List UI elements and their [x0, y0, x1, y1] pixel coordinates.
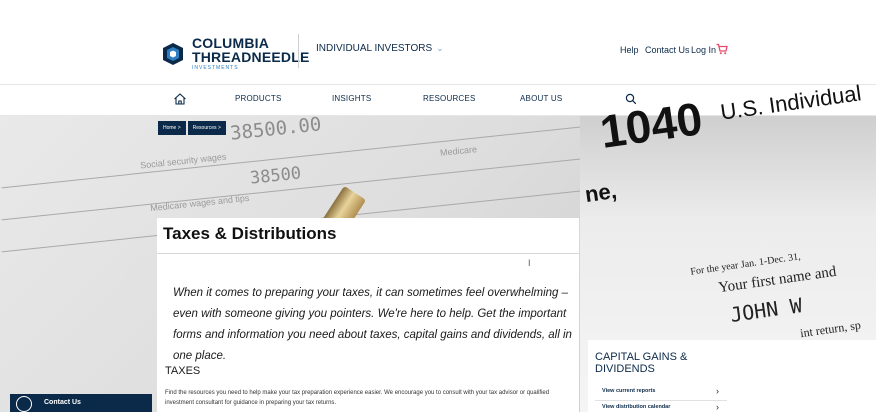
logo-mark-icon — [163, 42, 183, 65]
form-value-2: 38500 — [249, 163, 303, 189]
contact-us-link[interactable]: Contact Us — [645, 45, 690, 55]
help-link[interactable]: Help — [620, 45, 639, 55]
header-divider — [298, 34, 299, 68]
page: COLUMBIA THREADNEEDLE INVESTMENTS INDIVI… — [0, 0, 876, 412]
title-divider — [157, 253, 579, 254]
cart-icon[interactable] — [716, 43, 728, 55]
logo-line-1: COLUMBIA — [192, 35, 270, 51]
nav-item-about-us[interactable]: ABOUT US — [520, 94, 562, 103]
home-icon[interactable] — [173, 92, 187, 106]
contact-us-label: Contact Us — [44, 399, 81, 406]
chevron-right-icon: › — [716, 402, 719, 412]
form-fragment: ne, — [583, 177, 619, 208]
audience-selector[interactable]: INDIVIDUAL INVESTORS ⌄ — [316, 43, 444, 54]
view-distribution-calendar-link[interactable]: View distribution calendar › — [595, 402, 727, 412]
link-label: View current reports — [602, 388, 656, 394]
view-current-reports-link[interactable]: View current reports › — [595, 386, 727, 401]
form-label-medicare: Medicare — [439, 144, 478, 158]
breadcrumb: Home > Resources > — [158, 121, 226, 135]
logo-line-2: THREADNEEDLE — [192, 49, 310, 65]
phone-icon — [16, 396, 32, 412]
nav-item-products[interactable]: PRODUCTS — [235, 94, 282, 103]
nav-item-resources[interactable]: RESOURCES — [423, 94, 475, 103]
log-in-link[interactable]: Log In — [691, 45, 716, 55]
audience-label: INDIVIDUAL INVESTORS — [316, 43, 433, 54]
chevron-right-icon: › — [716, 386, 719, 396]
chevron-down-icon: ⌄ — [436, 43, 444, 53]
form-value-1: 38500.00 — [229, 116, 323, 145]
nav-item-insights[interactable]: INSIGHTS — [332, 94, 371, 103]
breadcrumb-home[interactable]: Home > — [158, 121, 186, 135]
contact-us-widget[interactable]: Contact Us — [10, 394, 152, 412]
page-title: Taxes & Distributions — [163, 224, 337, 243]
brand-logo[interactable]: COLUMBIA THREADNEEDLE INVESTMENTS — [160, 36, 310, 71]
form-label-medicare-wages: Medicare wages and tips — [149, 192, 250, 214]
intro-paragraph: When it comes to preparing your taxes, i… — [173, 287, 572, 362]
taxes-description: Find the resources you need to help make… — [165, 390, 550, 406]
taxes-heading: TAXES — [165, 365, 201, 377]
capital-gains-title: CAPITAL GAINS & DIVIDENDS — [595, 351, 688, 375]
text-cursor-icon: I — [528, 258, 531, 268]
breadcrumb-resources[interactable]: Resources > — [187, 121, 226, 135]
logo-line-3: INVESTMENTS — [192, 65, 239, 71]
site-header: COLUMBIA THREADNEEDLE INVESTMENTS INDIVI… — [0, 22, 876, 85]
link-label: View distribution calendar — [602, 404, 671, 410]
